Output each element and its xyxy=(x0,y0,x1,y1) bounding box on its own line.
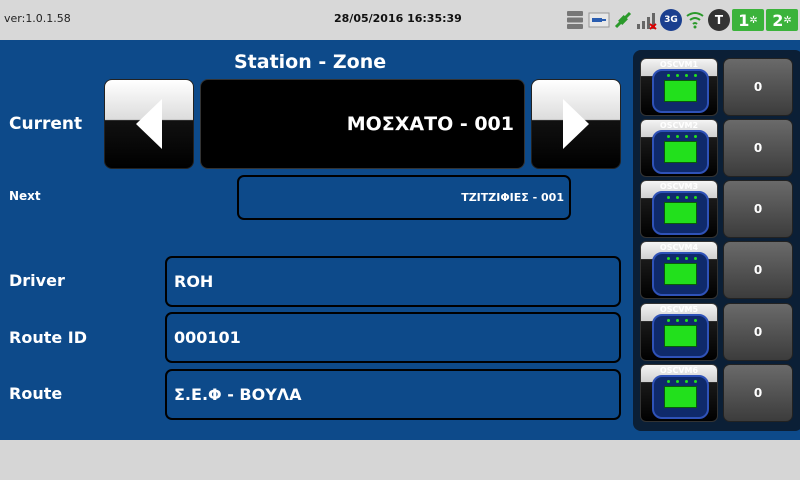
driver-field[interactable]: ROH xyxy=(165,256,621,307)
validator-count-value: 0 xyxy=(753,202,763,216)
signal-strength-icon xyxy=(636,9,658,31)
validator-device-icon xyxy=(652,130,709,174)
validator-count-value: 0 xyxy=(753,80,763,94)
route-id-field[interactable]: 000101 xyxy=(165,312,621,363)
current-station-display: ΜΟΣΧΑΤΟ - 001 xyxy=(200,79,525,169)
station-zone-title: Station - Zone xyxy=(234,51,387,73)
validator-button-1[interactable]: OSCVM1 xyxy=(640,58,718,116)
driver-value: ROH xyxy=(174,272,214,291)
route-field[interactable]: Σ.Ε.Φ - ΒΟΥΛΑ xyxy=(165,369,621,420)
wifi-icon xyxy=(684,9,706,31)
bottom-strip xyxy=(0,440,800,480)
validator-button-2[interactable]: OSCVM2 xyxy=(640,119,718,177)
driver-label: Driver xyxy=(9,271,65,290)
validator-device-icon xyxy=(652,314,709,358)
validator-name: OSCVM4 xyxy=(659,243,699,252)
validator-count-6[interactable]: 0 xyxy=(723,364,793,422)
validator-button-5[interactable]: OSCVM5 xyxy=(640,303,718,361)
storage-icon xyxy=(564,9,586,31)
datetime-label: 28/05/2016 16:35:39 xyxy=(334,12,462,25)
validator-count-3[interactable]: 0 xyxy=(723,180,793,238)
validator-count-value: 0 xyxy=(753,386,763,400)
next-station-display: ΤΖΙΤΖΙΦΙΕΣ - 001 xyxy=(237,175,571,220)
tech-label: T xyxy=(714,13,724,27)
version-label: ver:1.0.1.58 xyxy=(4,12,71,25)
validator-device-icon xyxy=(652,375,709,419)
validator-name: OSCVM3 xyxy=(659,182,699,191)
3g-label: 3G xyxy=(664,15,678,25)
sam1-icon: 1 ✲ xyxy=(732,9,764,31)
route-label: Route xyxy=(9,384,63,403)
validator-button-3[interactable]: OSCVM3 xyxy=(640,180,718,238)
next-label: Next xyxy=(9,189,41,203)
validator-count-1[interactable]: 0 xyxy=(723,58,793,116)
route-id-value: 000101 xyxy=(174,328,241,347)
validator-button-6[interactable]: OSCVM6 xyxy=(640,364,718,422)
validator-count-value: 0 xyxy=(753,141,763,155)
validator-count-value: 0 xyxy=(753,325,763,339)
previous-station-button[interactable] xyxy=(104,79,194,169)
arrow-right-icon xyxy=(563,99,589,149)
validator-name: OSCVM1 xyxy=(659,60,699,69)
tech-icon: T xyxy=(708,9,730,31)
sam1-label: 1 xyxy=(738,10,750,30)
3g-icon: 3G xyxy=(660,9,682,31)
validator-count-5[interactable]: 0 xyxy=(723,303,793,361)
validator-device-icon xyxy=(652,252,709,296)
route-id-label: Route ID xyxy=(9,328,88,347)
arrow-left-icon xyxy=(136,99,162,149)
current-label: Current xyxy=(9,114,83,134)
route-value: Σ.Ε.Φ - ΒΟΥΛΑ xyxy=(174,385,302,404)
usb-key-icon xyxy=(588,9,610,31)
validator-count-value: 0 xyxy=(753,263,763,277)
current-station-text: ΜΟΣΧΑΤΟ - 001 xyxy=(346,113,514,135)
next-station-button[interactable] xyxy=(531,79,621,169)
network-link-icon xyxy=(612,9,634,31)
validator-name: OSCVM6 xyxy=(659,366,699,375)
status-bar: ver:1.0.1.58 28/05/2016 16:35:39 3G T 1 ✲… xyxy=(0,0,800,40)
validator-count-4[interactable]: 0 xyxy=(723,241,793,299)
validator-device-icon xyxy=(652,69,709,113)
validator-device-icon xyxy=(652,191,709,235)
validator-button-4[interactable]: OSCVM4 xyxy=(640,241,718,299)
validator-name: OSCVM5 xyxy=(659,305,699,314)
status-icons: 3G T 1 ✲ 2 ✲ xyxy=(564,8,798,32)
sam2-icon: 2 ✲ xyxy=(766,9,798,31)
validator-count-2[interactable]: 0 xyxy=(723,119,793,177)
validator-name: OSCVM2 xyxy=(659,121,699,130)
sam2-label: 2 xyxy=(772,10,784,30)
next-station-text: ΤΖΙΤΖΙΦΙΕΣ - 001 xyxy=(461,191,564,204)
